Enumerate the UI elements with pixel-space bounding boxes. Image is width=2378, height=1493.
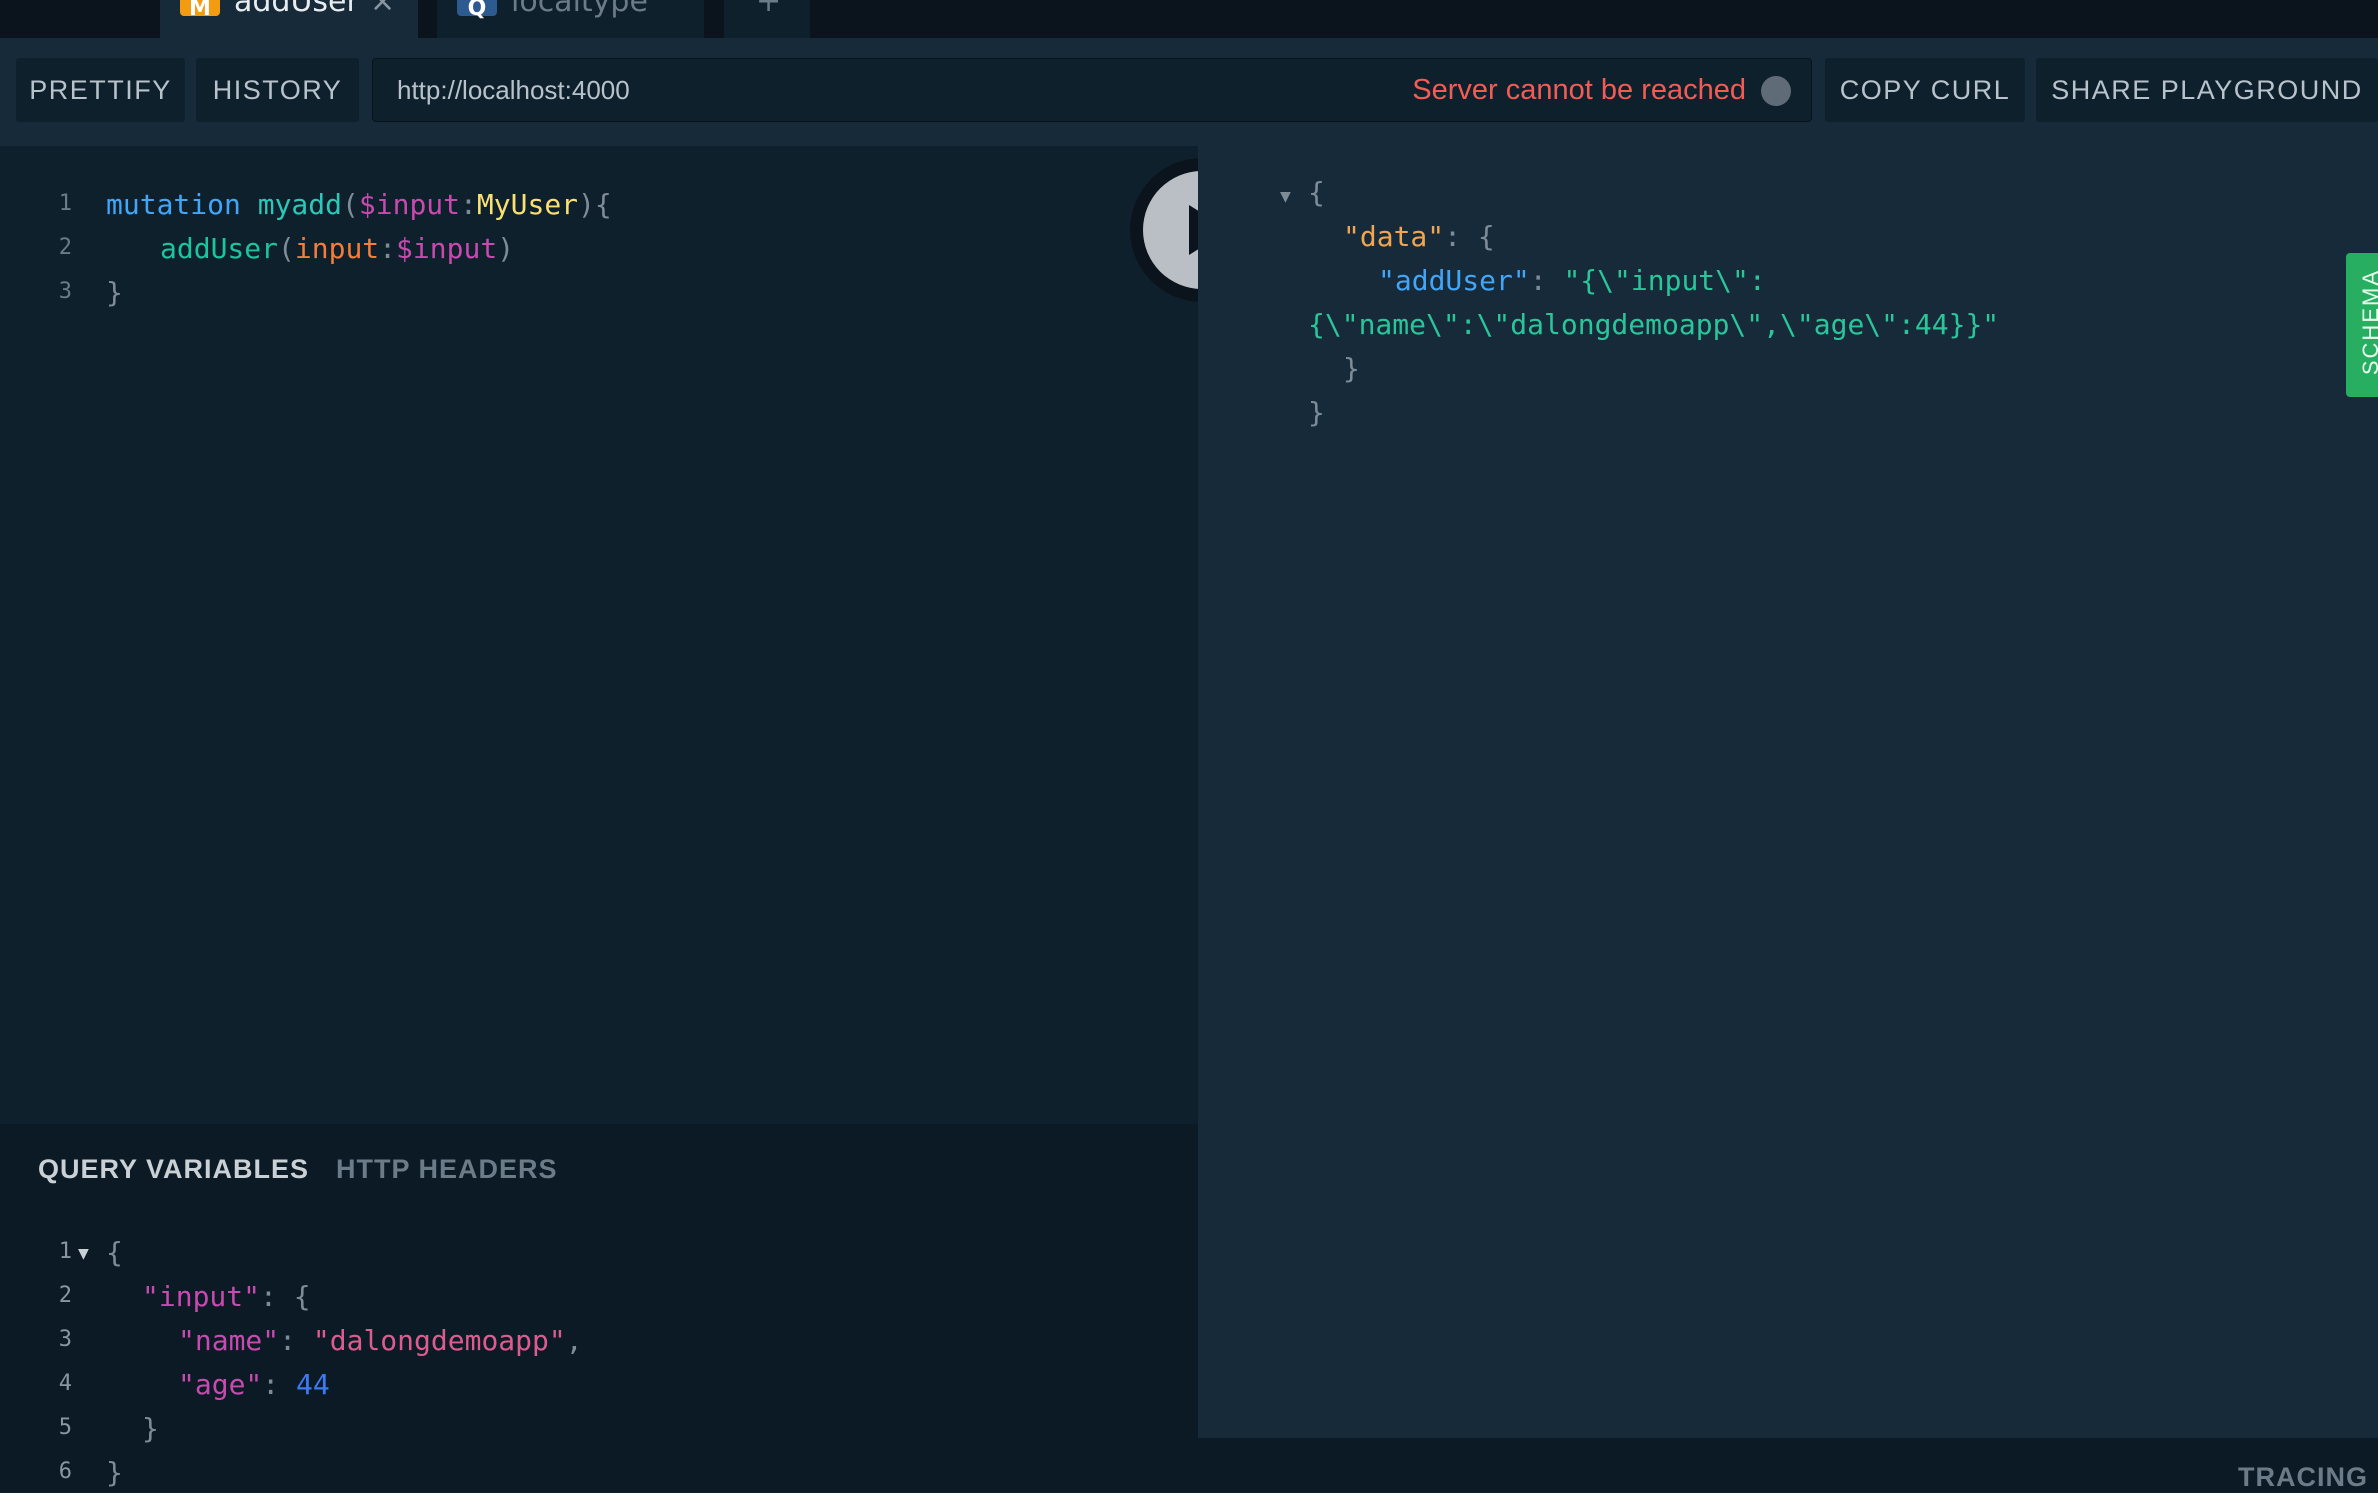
type-token: MyUser [476,188,579,221]
line-number: 3 [58,1327,72,1352]
server-status-text: Server cannot be reached [1412,74,1746,106]
punctuation-token: ) [497,232,515,265]
tab-localtype[interactable]: Q localtype [437,0,704,38]
json-punctuation: : [1529,264,1564,297]
plus-icon: + [756,0,782,19]
json-key: "age" [178,1368,263,1401]
tab-bar: M addUser × Q localtype + [0,0,2378,38]
json-punctuation: , [565,1324,583,1357]
code-line: "age": 44 [178,1368,330,1401]
code-line: } [106,276,123,309]
punctuation-token: : [460,188,477,221]
code-line: { [106,1236,123,1269]
prettify-button[interactable]: PRETTIFY [16,58,185,122]
mutation-badge-icon: M [180,0,220,21]
json-string: "dalongdemoapp" [312,1324,566,1357]
result-line: } [1308,396,1325,429]
code-line: } [142,1412,159,1445]
line-number: 1 [58,191,72,216]
result-line: "addUser": "{\"input\": [1378,264,1766,297]
line-number: 4 [58,1371,72,1396]
punctuation-token: ( [342,188,359,221]
schema-label: SCHEMA [2358,269,2378,376]
code-line: } [106,1456,123,1489]
endpoint-url-input[interactable]: http://localhost:4000 [397,59,630,121]
schema-tab[interactable]: SCHEMA [2346,253,2378,397]
json-punctuation: : [279,1324,313,1357]
json-key: "addUser" [1378,264,1530,297]
new-tab-button[interactable]: + [724,0,810,38]
code-line: "name": "dalongdemoapp", [178,1324,583,1357]
json-key: "data" [1343,220,1445,253]
endpoint-url-bar[interactable]: http://localhost:4000 Server cannot be r… [372,58,1812,122]
line-number: 2 [58,235,72,260]
query-badge-icon: Q [457,0,497,21]
json-key: "input" [142,1280,261,1313]
json-punctuation: : { [1444,220,1495,253]
tab-adduser[interactable]: M addUser × [160,0,418,38]
line-number: 6 [58,1459,72,1484]
code-line: addUser(input:$input) [160,232,514,265]
variable-token: $input [396,232,498,265]
query-editor[interactable]: 1 2 3 mutation myadd($input:MyUser){ add… [0,146,1198,1124]
fold-arrow-icon[interactable]: ▼ [78,1243,89,1264]
field-token: addUser [160,232,279,265]
line-number: 1 [58,1239,72,1264]
line-number: 5 [58,1415,72,1440]
history-button[interactable]: HISTORY [196,58,359,122]
punctuation-token: : [379,232,397,265]
result-line: "data": { [1343,220,1495,253]
json-punctuation: : { [260,1280,311,1313]
tracing-toggle[interactable]: TRACING [2238,1462,2368,1493]
variable-token: $input [358,188,461,221]
result-line: } [1343,352,1360,385]
line-number: 3 [58,279,72,304]
footer-bar: TRACING [1198,1438,2378,1492]
tab-title: localtype [511,0,648,19]
variables-editor[interactable]: 1 ▼ 2 3 4 5 6 { "input": { "name": "dalo… [0,1124,1198,1492]
fold-arrow-icon[interactable]: ▼ [1280,186,1291,207]
result-line: { [1308,176,1325,209]
variables-panel: QUERY VARIABLES HTTP HEADERS 1 ▼ 2 3 4 5… [0,1124,1198,1492]
json-number: 44 [296,1368,330,1401]
tab-title: addUser [234,0,359,19]
json-punctuation: : [262,1368,297,1401]
json-string: "{\"input\": [1563,264,1766,297]
close-icon[interactable]: × [370,0,395,22]
result-viewer[interactable]: ▼ { "data": { "addUser": "{\"input\": {\… [1198,146,2378,1438]
keyword-token: mutation [106,188,241,221]
status-dot-icon [1761,76,1791,106]
line-number: 2 [58,1283,72,1308]
share-playground-button[interactable]: SHARE PLAYGROUND [2036,58,2378,122]
operation-name-token: myadd [257,188,343,221]
json-string: {\"name\":\"dalongdemoapp\",\"age\":44}}… [1308,308,2000,341]
code-line: "input": { [142,1280,311,1313]
copy-curl-button[interactable]: COPY CURL [1825,58,2025,122]
punctuation-token: ){ [578,188,612,221]
argument-token: input [294,232,380,265]
punctuation-token: ( [278,232,295,265]
json-key: "name" [178,1324,280,1357]
code-line: mutation myadd($input:MyUser){ [106,188,612,221]
